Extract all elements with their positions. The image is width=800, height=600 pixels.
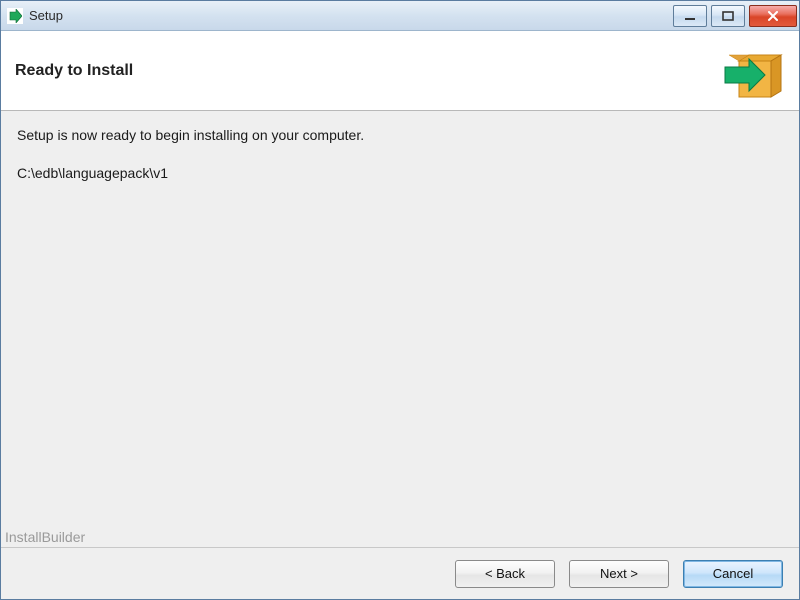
titlebar: Setup <box>1 1 799 31</box>
installer-window: Setup Ready to Install <box>0 0 800 600</box>
wizard-footer: < Back Next > Cancel <box>1 547 799 599</box>
builder-watermark: InstallBuilder <box>5 529 85 545</box>
back-button[interactable]: < Back <box>455 560 555 588</box>
wizard-body: Setup is now ready to begin installing o… <box>1 111 799 547</box>
window-controls <box>673 5 797 27</box>
package-install-icon <box>719 37 791 103</box>
install-path: C:\edb\languagepack\v1 <box>17 165 783 181</box>
maximize-button[interactable] <box>711 5 745 27</box>
app-icon <box>7 8 23 24</box>
install-description: Setup is now ready to begin installing o… <box>17 127 783 143</box>
cancel-button[interactable]: Cancel <box>683 560 783 588</box>
next-button[interactable]: Next > <box>569 560 669 588</box>
window-title: Setup <box>29 8 673 23</box>
wizard-header: Ready to Install <box>1 31 799 111</box>
close-button[interactable] <box>749 5 797 27</box>
minimize-button[interactable] <box>673 5 707 27</box>
page-title: Ready to Install <box>15 62 133 80</box>
